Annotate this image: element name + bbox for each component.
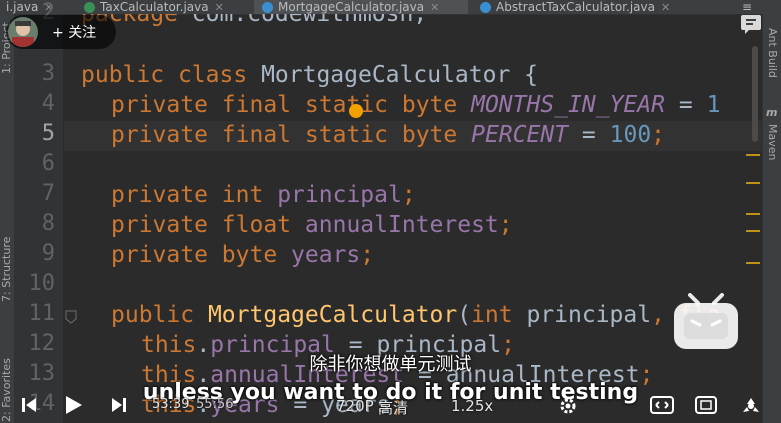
warning-stripe-marker[interactable] <box>746 213 760 215</box>
code-line-4: private final static byte MONTHS_IN_YEAR… <box>111 92 721 118</box>
play-icon[interactable] <box>62 394 84 416</box>
line-number: 4 <box>41 91 55 116</box>
tab-label: TaxCalculator.java <box>100 0 209 14</box>
danmaku-icon[interactable] <box>740 396 762 416</box>
line-number: 11 <box>28 301 56 326</box>
code-line-7: private int principal; <box>111 182 416 208</box>
web-fullscreen-icon[interactable] <box>650 396 674 414</box>
tab-tax-calculator[interactable]: TaxCalculator.java ✕ <box>76 0 252 14</box>
editor-scrollbar-thumb[interactable] <box>752 46 758 142</box>
warning-stripe-marker[interactable] <box>746 230 760 232</box>
tab-list-menu[interactable]: ≡ <box>738 0 762 14</box>
class-icon <box>84 1 95 13</box>
editor-tab-bar: i.java ✕ TaxCalculator.java ✕ MortgageCa… <box>0 0 781 15</box>
line-number: 6 <box>41 151 55 176</box>
tab-mortgage-calculator[interactable]: MortgageCalculator.java ✕ <box>254 0 468 14</box>
tab-label: MortgageCalculator.java <box>278 0 425 14</box>
fullscreen-icon[interactable] <box>695 396 717 414</box>
line-number: 9 <box>41 241 55 266</box>
code-line-8: private float annualInterest; <box>111 212 513 238</box>
maven-icon: m <box>766 106 778 119</box>
close-icon[interactable]: ✕ <box>215 1 224 14</box>
warning-stripe-marker[interactable] <box>746 182 760 184</box>
close-icon[interactable]: ✕ <box>430 1 439 14</box>
menu-icon: ≡ <box>742 0 753 14</box>
tab-abstract-tax-calculator[interactable]: AbstractTaxCalculator.java ✕ <box>470 0 732 14</box>
follow-button[interactable]: + 关注 <box>52 22 96 42</box>
skip-back-icon[interactable] <box>20 396 38 414</box>
skip-forward-icon[interactable] <box>110 396 128 414</box>
settings-gear-icon[interactable] <box>558 396 578 416</box>
warning-stripe-marker[interactable] <box>746 262 760 264</box>
code-line-11: public MortgageCalculator(int principal,… <box>111 302 720 328</box>
code-line-5: private final static byte PERCENT = 100; <box>111 122 666 148</box>
line-number: 8 <box>41 211 55 236</box>
code-line-9: private byte years; <box>111 242 375 268</box>
line-number: 3 <box>41 61 55 86</box>
tab-label: AbstractTaxCalculator.java <box>496 0 655 14</box>
line-number: 7 <box>41 181 55 206</box>
code-line-2: package com.codewithmosh; <box>81 14 428 27</box>
warning-stripe-marker[interactable] <box>746 154 760 156</box>
quality-button[interactable]: 高清 <box>378 397 408 418</box>
line-number-current: 5 <box>41 121 55 146</box>
quality-prefix[interactable]: 720P <box>336 397 374 415</box>
ant-build-tool-button[interactable]: Ant Build <box>766 28 779 78</box>
uploader-follow-pill[interactable]: + 关注 <box>6 15 116 49</box>
code-line-3: public class MortgageCalculator { <box>81 62 539 88</box>
plus-icon: + <box>52 25 64 41</box>
close-icon[interactable]: ✕ <box>661 1 670 14</box>
current-time: 53:39 <box>152 397 190 412</box>
duration: 55:56 <box>196 397 234 412</box>
maven-tool-button[interactable]: Maven <box>766 124 779 160</box>
structure-tool-button[interactable]: 7: Structure <box>0 237 13 302</box>
intention-bulb-icon[interactable] <box>349 104 363 118</box>
line-number: 10 <box>28 271 56 296</box>
event-log-icon[interactable] <box>740 14 762 34</box>
follow-label: 关注 <box>68 25 97 41</box>
subtitle-chinese: 除非你想做单元测试 <box>309 354 472 375</box>
playback-speed-button[interactable]: 1.25x <box>451 397 493 415</box>
bilibili-tv-logo-icon <box>674 293 738 349</box>
abstract-class-icon <box>480 1 491 13</box>
class-icon <box>262 1 273 13</box>
player-control-bar: 53:39 55:56 720P 高清 1.25x <box>0 388 781 423</box>
avatar[interactable] <box>8 17 38 47</box>
